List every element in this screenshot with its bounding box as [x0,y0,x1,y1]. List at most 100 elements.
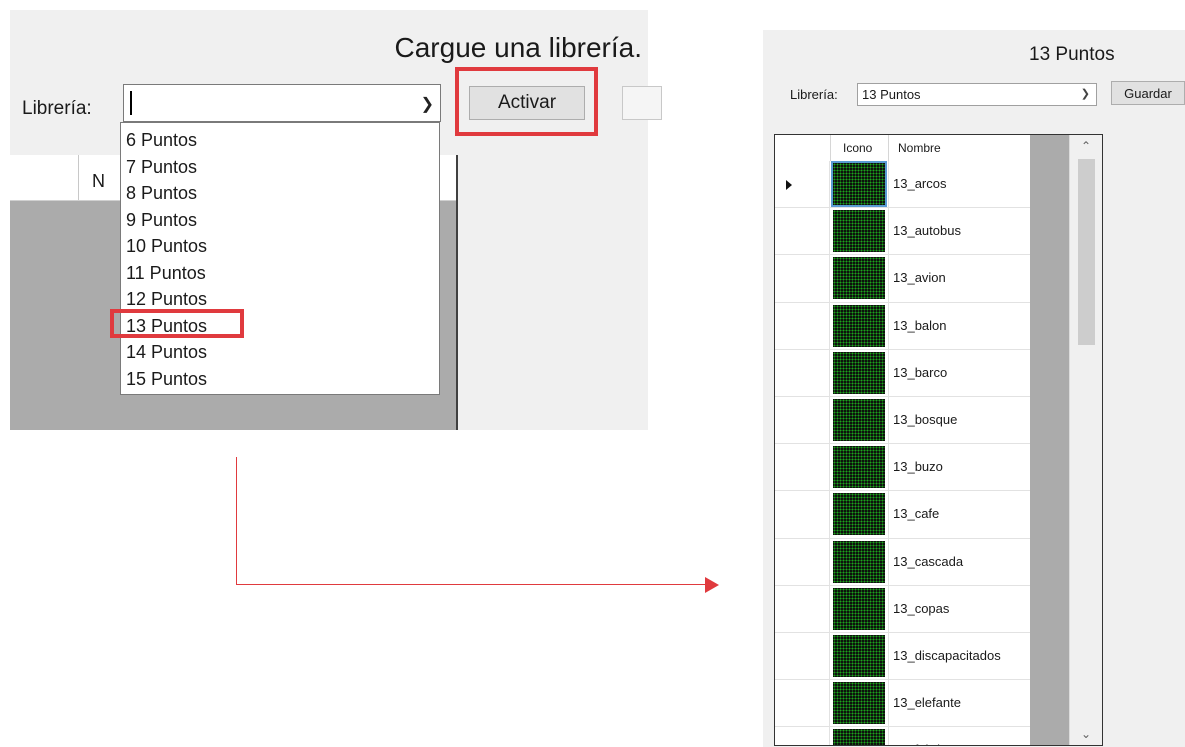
table-row[interactable]: 13_elefante [775,680,1030,728]
row-header[interactable] [775,208,830,255]
library-label: Librería: [790,87,838,102]
symbol-thumbnail[interactable] [833,398,885,441]
table-row[interactable]: 13_avion [775,255,1030,303]
symbol-thumbnail[interactable] [833,446,885,489]
row-header[interactable] [775,585,830,632]
symbol-name[interactable]: 13_bosque [893,412,957,427]
library-select-value: 13 Puntos [862,87,921,102]
cell-separator [888,302,889,349]
column-header-name[interactable]: Nombre [898,141,941,155]
dropdown-option[interactable]: 10 Puntos [121,233,439,260]
symbol-name[interactable]: 13_arcos [893,176,946,191]
row-header[interactable] [775,491,830,538]
cell-separator [888,680,889,727]
text-cursor [130,91,132,115]
cell-separator [888,349,889,396]
library-title: 13 Puntos [1029,44,1115,65]
symbol-thumbnail[interactable] [833,351,885,394]
library-loader-panel: Cargue una librería. Librería: ❯ Activar… [10,10,662,430]
table-row[interactable]: 13_copas [775,585,1030,633]
save-button[interactable]: Guardar [1111,81,1185,105]
cell-separator [888,161,889,208]
secondary-button-partial[interactable] [622,86,662,120]
row-header[interactable] [775,538,830,585]
chevron-down-icon[interactable]: ❯ [421,94,434,114]
symbol-thumbnail[interactable] [833,304,885,347]
table-row[interactable]: 13_buzo [775,444,1030,492]
scroll-up-icon[interactable]: ⌃ [1081,139,1091,153]
row-header[interactable] [775,302,830,349]
chevron-down-icon[interactable]: ❯ [1081,84,1090,105]
scroll-down-icon[interactable]: ⌄ [1081,727,1091,741]
row-header[interactable] [775,680,830,727]
row-header[interactable] [775,349,830,396]
activate-highlight-box [455,67,598,136]
symbol-name[interactable]: 13_cafe [893,506,939,521]
symbols-grid[interactable]: Icono Nombre 13_arcos 13_autobus 13_avio… [774,134,1103,746]
cell-separator [888,538,889,585]
dropdown-option[interactable]: 6 Puntos [121,127,439,154]
library-select[interactable]: 13 Puntos ❯ [857,83,1097,106]
symbol-thumbnail[interactable] [833,540,885,583]
row-header[interactable] [775,255,830,302]
table-row[interactable]: 13_bosque [775,396,1030,445]
row-pointer-icon [786,180,792,190]
vertical-scrollbar[interactable]: ⌃ ⌄ [1069,135,1102,745]
row-header[interactable] [775,727,830,745]
library-select[interactable]: ❯ [123,84,441,122]
symbol-thumbnail[interactable] [833,682,885,725]
table-row[interactable]: 13_fabrica [775,727,1030,745]
cell-separator [888,632,889,680]
scrollbar-thumb[interactable] [1078,159,1095,345]
symbol-name[interactable]: 13_fabrica [893,742,954,745]
cell-separator [888,208,889,255]
symbol-thumbnail[interactable] [831,161,887,207]
symbol-thumbnail[interactable] [833,257,885,300]
row-header[interactable] [775,444,830,491]
symbol-thumbnail[interactable] [833,210,885,253]
table-row[interactable]: 13_discapacitados [775,632,1030,681]
table-row[interactable]: 13_arcos [775,161,1030,209]
symbol-name[interactable]: 13_cascada [893,554,963,569]
library-dropdown-list[interactable]: 6 Puntos 7 Puntos 8 Puntos 9 Puntos 10 P… [120,122,440,395]
symbol-name[interactable]: 13_elefante [893,695,961,710]
table-row[interactable]: 13_cascada [775,538,1030,586]
row-header[interactable] [775,161,830,208]
library-label: Librería: [22,98,92,119]
grid-rows: 13_arcos 13_autobus 13_avion 13_balon 13… [775,161,1030,745]
cell-separator [888,491,889,538]
symbol-thumbnail[interactable] [833,493,885,536]
grid-header: Icono Nombre [775,135,1030,162]
arrow-head-icon [705,577,719,593]
symbol-name[interactable]: 13_autobus [893,223,961,238]
load-library-title: Cargue una librería. [394,32,642,63]
table-row[interactable]: 13_balon [775,302,1030,350]
column-separator [888,135,889,161]
dropdown-option[interactable]: 9 Puntos [121,207,439,234]
cell-separator [888,444,889,491]
dropdown-option[interactable]: 15 Puntos [121,366,439,393]
table-row[interactable]: 13_autobus [775,208,1030,256]
symbol-name[interactable]: 13_balon [893,318,947,333]
cell-separator [888,585,889,632]
symbol-name[interactable]: 13_copas [893,601,949,616]
dropdown-option[interactable]: 7 Puntos [121,154,439,181]
symbol-name[interactable]: 13_discapacitados [893,648,1001,663]
symbol-thumbnail[interactable] [833,587,885,630]
dropdown-option[interactable]: 14 Puntos [121,339,439,366]
table-row[interactable]: 13_cafe [775,491,1030,539]
symbol-name[interactable]: 13_barco [893,365,947,380]
column-header-icon[interactable]: Icono [843,141,872,155]
symbol-name[interactable]: 13_buzo [893,459,943,474]
dropdown-option[interactable]: 8 Puntos [121,180,439,207]
table-row[interactable]: 13_barco [775,349,1030,397]
row-header[interactable] [775,396,830,444]
symbol-thumbnail[interactable] [833,729,885,745]
column-header-partial: N [92,171,105,191]
symbol-thumbnail[interactable] [833,634,885,677]
option-highlight-box [110,309,244,338]
row-header[interactable] [775,632,830,680]
column-separator [78,155,79,200]
dropdown-option[interactable]: 11 Puntos [121,260,439,287]
symbol-name[interactable]: 13_avion [893,270,946,285]
